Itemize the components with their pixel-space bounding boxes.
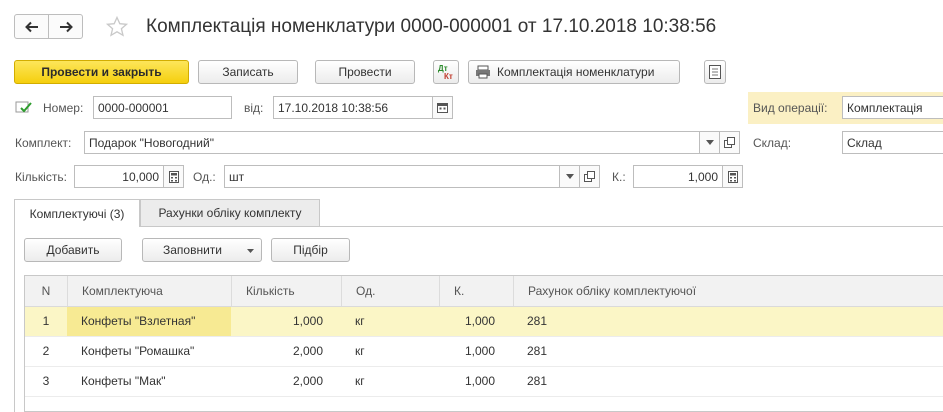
chevron-down-icon	[705, 140, 714, 145]
column-header-quantity[interactable]: Кількість	[231, 276, 341, 306]
row-account: 281	[527, 314, 548, 328]
unit-open-button[interactable]	[580, 165, 600, 188]
unit-label: Од.:	[193, 170, 216, 184]
pick-button[interactable]: Підбір	[271, 238, 350, 262]
row-k: 1,000	[464, 374, 495, 388]
row-k: 1,000	[464, 344, 495, 358]
row-item: Конфеты "Ромашка"	[81, 344, 195, 358]
save-button[interactable]: Записать	[198, 60, 298, 84]
tab-components[interactable]: Комплектуючі (3)	[14, 199, 140, 227]
row-account: 281	[527, 374, 548, 388]
date-field[interactable]: 17.10.2018 10:38:56	[273, 96, 433, 119]
warehouse-field[interactable]: Склад	[842, 131, 943, 154]
k-label: К.:	[612, 170, 626, 184]
posted-status-icon	[15, 99, 33, 115]
row-quantity: 1,000	[292, 314, 323, 328]
svg-text:Кт: Кт	[444, 72, 453, 81]
report-icon	[709, 65, 721, 79]
calendar-button[interactable]	[433, 96, 453, 119]
arrow-right-icon	[59, 21, 73, 32]
fill-button-label: Заповнити	[163, 243, 222, 257]
calendar-icon	[437, 103, 448, 113]
calculator-icon	[168, 170, 179, 183]
favorite-star-icon[interactable]	[105, 15, 129, 39]
arrow-left-icon	[24, 21, 38, 32]
column-header-account[interactable]: Рахунок обліку комплектуючої	[513, 276, 943, 306]
row-number: 2	[42, 344, 50, 358]
row-item: Конфеты "Взлетная"	[67, 307, 231, 336]
row-quantity: 2,000	[292, 344, 323, 358]
column-header-unit[interactable]: Од.	[341, 276, 439, 306]
row-number: 3	[42, 374, 50, 388]
page-title: Комплектація номенклатури 0000-000001 от…	[146, 16, 717, 37]
kit-label: Комплект:	[15, 136, 72, 150]
dt-kt-icon: Дт Кт	[438, 64, 453, 81]
operation-field[interactable]: Комплектація	[842, 96, 943, 119]
open-link-icon	[724, 137, 735, 148]
column-header-k[interactable]: К.	[439, 276, 513, 306]
kit-field[interactable]: Подарок "Новогодний"	[84, 131, 700, 154]
components-table: N Комплектуюча Кількість Од. К. Рахунок …	[24, 275, 943, 412]
quantity-calculator-button[interactable]	[164, 165, 184, 188]
k-field[interactable]: 1,000	[633, 165, 723, 188]
fill-button[interactable]: Заповнити	[142, 238, 262, 262]
post-and-close-button[interactable]: Провести и закрыть	[14, 60, 189, 84]
dt-kt-button[interactable]: Дт Кт	[433, 60, 459, 84]
row-unit: кг	[355, 314, 365, 328]
row-unit: кг	[355, 374, 365, 388]
row-item: Конфеты "Мак"	[81, 374, 166, 388]
column-header-item[interactable]: Комплектуюча	[67, 276, 231, 306]
print-button-label: Комплектація номенклатури	[497, 65, 655, 79]
warehouse-label: Склад:	[753, 136, 792, 150]
table-header: N Комплектуюча Кількість Од. К. Рахунок …	[25, 276, 943, 307]
forward-button[interactable]	[48, 14, 83, 39]
operation-label: Вид операції:	[753, 101, 828, 115]
unit-dropdown-button[interactable]	[560, 165, 580, 188]
table-row[interactable]: 1 Конфеты "Взлетная" 1,000 кг 1,000 281	[25, 307, 943, 337]
print-button[interactable]: Комплектація номенклатури	[468, 60, 680, 84]
kit-open-button[interactable]	[720, 131, 740, 154]
table-row[interactable]: 2 Конфеты "Ромашка" 2,000 кг 1,000 281	[25, 337, 943, 367]
report-button[interactable]	[704, 60, 726, 84]
k-calculator-button[interactable]	[723, 165, 743, 188]
row-unit: кг	[355, 344, 365, 358]
row-account: 281	[527, 344, 548, 358]
number-field[interactable]: 0000-000001	[93, 96, 232, 119]
open-link-icon	[584, 171, 595, 182]
quantity-label: Кількість:	[15, 170, 67, 184]
back-button[interactable]	[14, 14, 49, 39]
add-button[interactable]: Добавить	[24, 238, 122, 262]
printer-icon	[476, 65, 490, 79]
row-k: 1,000	[464, 314, 495, 328]
post-button[interactable]: Провести	[315, 60, 415, 84]
row-quantity: 2,000	[292, 374, 323, 388]
column-header-n[interactable]: N	[25, 276, 67, 306]
date-label: від:	[244, 101, 264, 115]
row-number: 1	[42, 314, 50, 328]
kit-dropdown-button[interactable]	[700, 131, 720, 154]
tab-kit-accounts[interactable]: Рахунки обліку комплекту	[140, 199, 320, 226]
chevron-down-icon	[565, 174, 574, 179]
unit-field[interactable]: шт	[224, 165, 560, 188]
table-row[interactable]: 3 Конфеты "Мак" 2,000 кг 1,000 281	[25, 367, 943, 397]
number-label: Номер:	[43, 101, 84, 115]
quantity-field[interactable]: 10,000	[74, 165, 164, 188]
chevron-down-icon	[247, 249, 254, 253]
calculator-icon	[727, 170, 738, 183]
